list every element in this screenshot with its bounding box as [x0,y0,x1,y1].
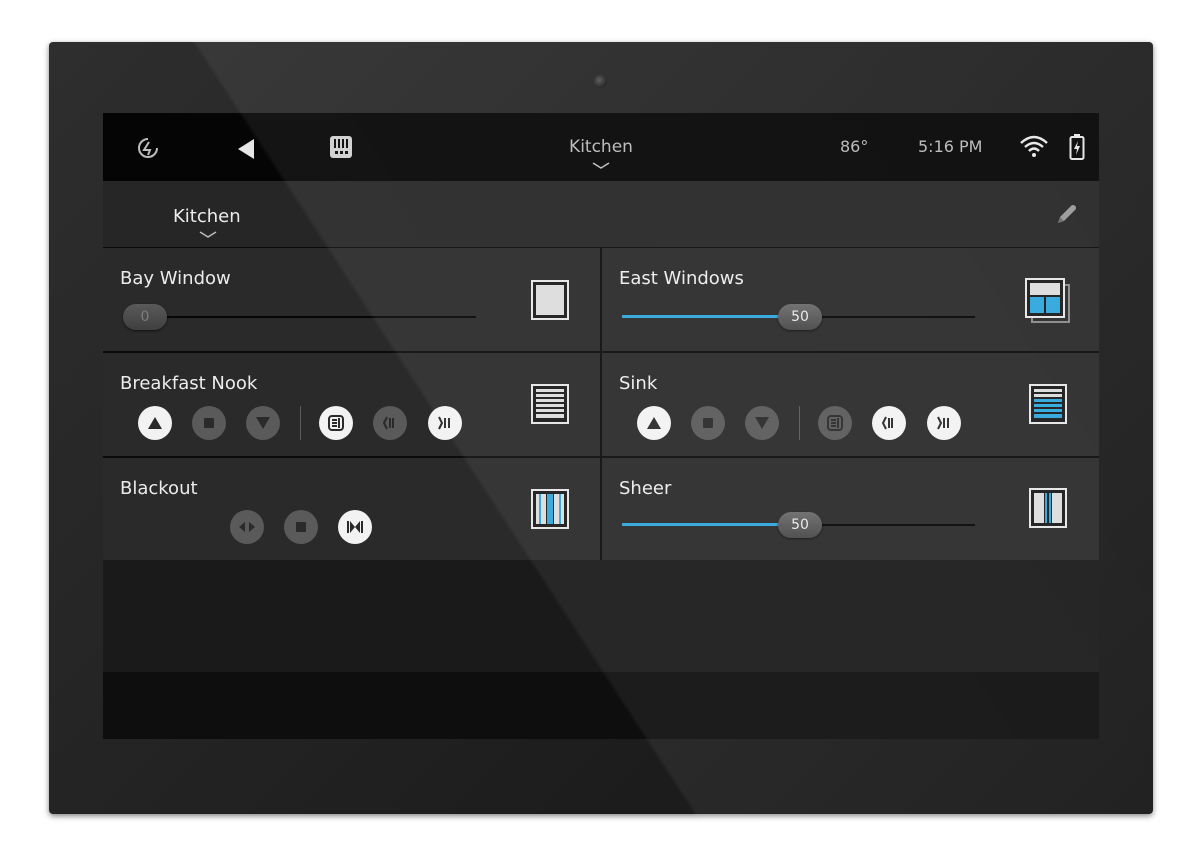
tile-label: East Windows [619,268,744,289]
section-title[interactable]: Kitchen [173,206,241,227]
close-icon [937,416,949,430]
divider [799,406,800,440]
up-icon [647,417,661,429]
tile-sheer: Sheer 50 [602,458,1099,561]
tile-label: Sheer [619,478,672,499]
open-button[interactable] [872,406,906,440]
touch-screen: Kitchen 86° 5:16 PM Kitchen Bay Window 0… [103,113,1099,739]
tile-label: Breakfast Nook [120,373,258,394]
down-button[interactable] [745,406,779,440]
tile-sink: Sink [602,353,1099,456]
shade-icon[interactable] [1029,384,1067,424]
down-icon [755,417,769,429]
close-icon [438,416,450,430]
open-icon [239,522,255,532]
open-button[interactable] [373,406,407,440]
stop-button[interactable] [192,406,226,440]
slider-track[interactable] [143,316,476,318]
stop-button[interactable] [284,510,318,544]
wifi-icon [1020,135,1048,157]
slider-thumb[interactable]: 50 [778,512,822,538]
tile-label: Sink [619,373,658,394]
stop-button[interactable] [691,406,725,440]
divider [300,406,301,440]
down-icon [256,417,270,429]
tile-east-windows: East Windows 50 [602,248,1099,351]
shade-grid: Bay Window 0 East Windows 50 Breakfast N… [103,248,1099,561]
scene-button[interactable] [319,406,353,440]
drape-icon[interactable] [1029,488,1067,528]
tile-breakfast-nook: Breakfast Nook [103,353,600,456]
stop-icon [296,522,306,532]
slider-fill [622,315,784,318]
close-icon [347,521,363,533]
open-icon [382,416,394,430]
close-drape-button[interactable] [338,510,372,544]
close-button[interactable] [428,406,462,440]
empty-area [103,560,1099,672]
shade-icon[interactable] [531,280,569,320]
tile-label: Bay Window [120,268,231,289]
temperature: 86° [840,137,869,156]
tile-label: Blackout [120,478,198,499]
camera-icon [594,75,607,88]
slider-thumb[interactable]: 50 [778,304,822,330]
empty-area [103,672,1099,739]
up-button[interactable] [138,406,172,440]
scene-button[interactable] [818,406,852,440]
battery-charging-icon [1069,134,1085,160]
clock: 5:16 PM [918,137,983,156]
pencil-icon[interactable] [1054,203,1078,227]
slider-thumb[interactable]: 0 [123,304,167,330]
stop-icon [204,418,214,428]
tile-blackout: Blackout [103,458,600,561]
shade-icon[interactable] [1025,278,1071,324]
chevron-down-icon[interactable] [199,231,217,239]
up-button[interactable] [637,406,671,440]
slider-fill [622,523,784,526]
up-icon [148,417,162,429]
drape-icon[interactable] [531,489,569,529]
open-drape-button[interactable] [230,510,264,544]
stop-icon [703,418,713,428]
down-button[interactable] [246,406,280,440]
shade-icon[interactable] [531,384,569,424]
open-icon [881,416,893,430]
section-header: Kitchen [103,181,1099,248]
chevron-down-icon[interactable] [592,162,610,170]
scene-icon [328,415,344,431]
close-button[interactable] [927,406,961,440]
status-bar: Kitchen 86° 5:16 PM [103,113,1099,181]
scene-icon [827,415,843,431]
tile-bay-window: Bay Window 0 [103,248,600,351]
